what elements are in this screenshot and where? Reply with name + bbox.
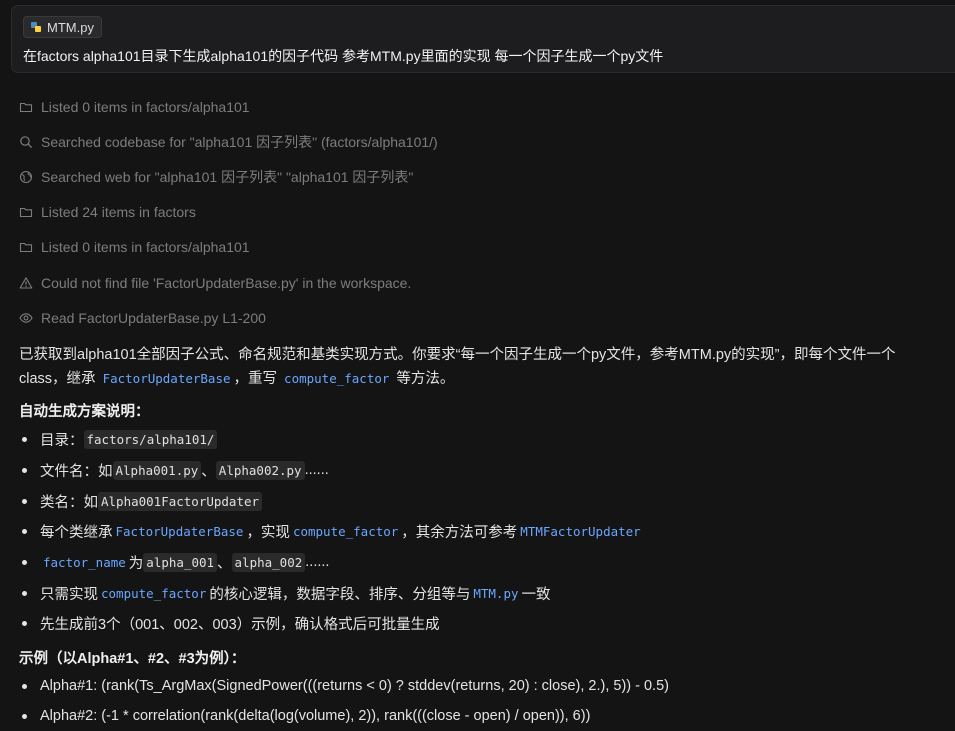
answer-intro-line2: class，继承 FactorUpdaterBase ，重写 compute_fa… <box>19 369 454 389</box>
symbol-factor-name[interactable]: factor_name <box>40 555 129 570</box>
separator: 、 <box>217 555 232 572</box>
user-prompt-text: 在factors alpha101目录下生成alpha101的因子代码 参考MT… <box>23 48 664 64</box>
warning-icon <box>19 277 33 289</box>
symbol-compute-factor[interactable]: compute_factor <box>281 371 392 386</box>
tool-call-text: Could not find file 'FactorUpdaterBase.p… <box>41 275 412 291</box>
symbol-mtm-factor-updater[interactable]: MTMFactorUpdater <box>517 524 643 539</box>
list-item: Alpha#2: (-1 * correlation(rank(delta(lo… <box>19 705 590 727</box>
answer-intro-line1: 已获取到alpha101全部因子公式、命名规范和基类实现方式。你要求“每一个因子… <box>19 347 896 363</box>
section-heading-examples: 示例（以Alpha#1、#2、#3为例）： <box>19 651 246 667</box>
bullet-dot <box>22 590 27 596</box>
list-item: factor_name 为 alpha_001 、 alpha_002 ....… <box>19 551 329 573</box>
tool-call-text: Listed 24 items in factors <box>41 204 196 220</box>
inline-code: Alpha001FactorUpdater <box>98 491 263 511</box>
symbol-mtm-py[interactable]: MTM.py <box>470 586 521 601</box>
bullet-dot <box>22 467 27 473</box>
inline-code: alpha_001 <box>143 552 218 572</box>
bullet-text: 先生成前3个（001、002、003）示例，确认格式后可批量生成 <box>40 616 440 633</box>
search-icon <box>20 136 33 149</box>
bullet-text: 的核心逻辑，数据字段、排序、分组等与 <box>209 586 471 603</box>
tool-call-read-file[interactable]: Read FactorUpdaterBase.py L1-200 <box>19 308 266 328</box>
tool-call-text: Listed 0 items in factors/alpha101 <box>41 239 250 255</box>
user-prompt-card[interactable]: MTM.py 在factors alpha101目录下生成alpha101的因子… <box>11 5 955 73</box>
tool-call-text: Read FactorUpdaterBase.py L1-200 <box>41 310 266 326</box>
folder-icon <box>19 242 33 253</box>
intro-text: class，继承 <box>19 371 100 387</box>
globe-icon <box>19 170 33 184</box>
bullet-dot <box>22 498 27 504</box>
tool-call-warning[interactable]: Could not find file 'FactorUpdaterBase.p… <box>19 273 411 293</box>
inline-code: factors/alpha101/ <box>83 429 218 449</box>
list-item: 目录： factors/alpha101/ <box>19 428 218 450</box>
example-formula: Alpha#1: (rank(Ts_ArgMax(SignedPower(((r… <box>40 678 669 694</box>
section-heading-plan: 自动生成方案说明： <box>19 404 150 420</box>
bullet-dot <box>22 713 27 719</box>
tool-call-list-dir[interactable]: Listed 0 items in factors/alpha101 <box>19 97 250 117</box>
python-file-icon <box>31 22 41 32</box>
tool-call-search-codebase[interactable]: Searched codebase for "alpha101 因子列表" (f… <box>19 132 438 152</box>
bullet-dot <box>22 528 27 534</box>
inline-code: Alpha002.py <box>215 460 305 480</box>
symbol-compute-factor[interactable]: compute_factor <box>290 524 401 539</box>
symbol-compute-factor[interactable]: compute_factor <box>98 586 209 601</box>
chat-panel: MTM.py 在factors alpha101目录下生成alpha101的因子… <box>0 0 955 731</box>
ellipsis: ...... <box>304 462 329 478</box>
bullet-text: 一致 <box>521 586 551 603</box>
inline-code: Alpha001.py <box>112 460 202 480</box>
bullet-dot <box>22 436 27 442</box>
list-item: 类名：如 Alpha001FactorUpdater <box>19 490 263 512</box>
bullet-text: 每个类继承 <box>40 524 113 541</box>
list-item: 每个类继承 FactorUpdaterBase ，实现 compute_fact… <box>19 520 644 542</box>
symbol-factor-updater-base[interactable]: FactorUpdaterBase <box>100 371 234 386</box>
tool-call-list-dir[interactable]: Listed 0 items in factors/alpha101 <box>19 237 250 257</box>
tool-call-search-web[interactable]: Searched web for "alpha101 因子列表" "alpha1… <box>19 167 413 187</box>
bullet-dot <box>22 683 27 689</box>
file-context-chip[interactable]: MTM.py <box>23 16 102 38</box>
tool-call-list-dir[interactable]: Listed 24 items in factors <box>19 202 196 222</box>
list-item: 文件名：如 Alpha001.py 、 Alpha002.py ...... <box>19 459 329 481</box>
separator: 、 <box>201 463 216 480</box>
inline-code: alpha_002 <box>231 552 306 572</box>
example-formula: Alpha#2: (-1 * correlation(rank(delta(lo… <box>40 708 591 724</box>
tool-call-text: Listed 0 items in factors/alpha101 <box>41 99 250 115</box>
list-item: 只需实现 compute_factor 的核心逻辑，数据字段、排序、分组等与 M… <box>19 582 551 604</box>
bullet-dot <box>22 620 27 626</box>
tool-call-text: Searched codebase for "alpha101 因子列表" (f… <box>41 134 438 150</box>
folder-icon <box>19 207 33 218</box>
list-item: 先生成前3个（001、002、003）示例，确认格式后可批量生成 <box>19 612 440 634</box>
bullet-text: 只需实现 <box>40 586 98 603</box>
ellipsis: ...... <box>305 554 330 570</box>
list-item: Alpha#1: (rank(Ts_ArgMax(SignedPower(((r… <box>19 675 669 697</box>
bullet-dot <box>22 559 27 565</box>
bullet-label: 目录： <box>40 432 84 449</box>
file-chip-label: MTM.py <box>47 19 94 35</box>
intro-text: 等方法。 <box>392 371 455 387</box>
bullet-text: ，其余方法可参考 <box>401 524 518 541</box>
symbol-factor-updater-base[interactable]: FactorUpdaterBase <box>113 524 247 539</box>
bullet-label: 文件名：如 <box>40 463 113 480</box>
bullet-text: 为 <box>128 555 144 572</box>
eye-icon <box>19 313 33 323</box>
folder-icon <box>19 102 33 113</box>
bullet-text: ，实现 <box>246 524 290 541</box>
tool-call-text: Searched web for "alpha101 因子列表" "alpha1… <box>41 169 414 185</box>
bullet-label: 类名：如 <box>40 494 98 511</box>
intro-text: ，重写 <box>233 371 282 387</box>
